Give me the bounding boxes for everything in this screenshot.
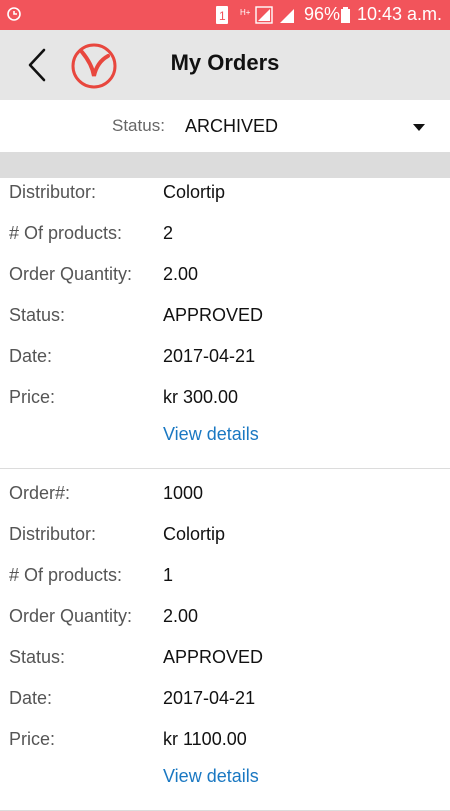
app-bar: My Orders (0, 30, 450, 100)
order-field-row: Date: 2017-04-21 (0, 342, 450, 383)
status-filter: Status: ARCHIVED (0, 100, 450, 152)
field-label: Order#: (9, 483, 71, 503)
order-field-row: Status: APPROVED (0, 301, 450, 342)
field-label: Status: (9, 647, 66, 667)
field-label: # Of products: (9, 565, 123, 585)
field-label: Price: (9, 387, 56, 407)
field-value: 2 (163, 223, 174, 243)
order-field-row: Date: 2017-04-21 (0, 684, 450, 725)
field-value: 2017-04-21 (163, 688, 256, 708)
order-field-row: Order Quantity: 2.00 (0, 260, 450, 301)
view-details-link[interactable]: View details (163, 424, 259, 445)
field-value: 2.00 (163, 264, 199, 284)
status-filter-label: Status: (112, 116, 165, 135)
orders-list: Distributor: Colortip # Of products: 2 O… (0, 178, 450, 811)
order-field-row: # Of products: 1 (0, 561, 450, 602)
field-value: Colortip (163, 182, 226, 202)
order-field-row: Price: kr 1100.00 (0, 725, 450, 766)
order-field-row: Order#: 1000 (0, 479, 450, 520)
order-field-row: Status: APPROVED (0, 643, 450, 684)
order-field-row: Distributor: Colortip (0, 520, 450, 561)
order-field-row: Price: kr 300.00 (0, 383, 450, 424)
dropdown-arrow-icon (413, 124, 425, 131)
order-link-row: View details (0, 424, 450, 458)
field-value: 1000 (163, 483, 204, 503)
field-value: 2017-04-21 (163, 346, 256, 366)
svg-text:1: 1 (219, 9, 226, 23)
field-label: Date: (9, 688, 53, 708)
field-label: # Of products: (9, 223, 123, 243)
clock: 10:43 a.m. (356, 4, 442, 24)
order-card: Distributor: Colortip # Of products: 2 O… (0, 178, 450, 469)
signal-icons: 1 H+ (216, 6, 294, 24)
field-label: Order Quantity: (9, 264, 133, 284)
order-field-row: Order Quantity: 2.00 (0, 602, 450, 643)
field-value: kr 300.00 (163, 387, 239, 407)
svg-text:H+: H+ (240, 8, 251, 17)
field-label: Distributor: (9, 182, 97, 202)
field-value: APPROVED (163, 647, 264, 667)
field-value: kr 1100.00 (163, 729, 247, 749)
order-link-row: View details (0, 766, 450, 800)
view-details-link[interactable]: View details (163, 766, 259, 787)
field-value: 2.00 (163, 606, 199, 626)
field-value: 1 (163, 565, 174, 585)
page-title: My Orders (170, 50, 280, 75)
field-value: APPROVED (163, 305, 264, 325)
battery-percentage: 96% (303, 4, 340, 24)
battery-icon (341, 7, 350, 23)
field-label: Order Quantity: (9, 606, 133, 626)
app-notification-icon (7, 7, 21, 21)
status-bar: 1 H+ 96% 10:43 a.m. (0, 0, 450, 30)
order-card: Order#: 1000 Distributor: Colortip # Of … (0, 469, 450, 811)
status-dropdown-value: ARCHIVED (185, 116, 279, 136)
order-field-row: Distributor: Colortip (0, 178, 450, 219)
section-divider (0, 152, 450, 178)
status-dropdown[interactable]: ARCHIVED (185, 108, 435, 146)
order-field-row: # Of products: 2 (0, 219, 450, 260)
field-label: Date: (9, 346, 53, 366)
field-value: Colortip (163, 524, 226, 544)
field-label: Distributor: (9, 524, 97, 544)
field-label: Status: (9, 305, 66, 325)
field-label: Price: (9, 729, 56, 749)
